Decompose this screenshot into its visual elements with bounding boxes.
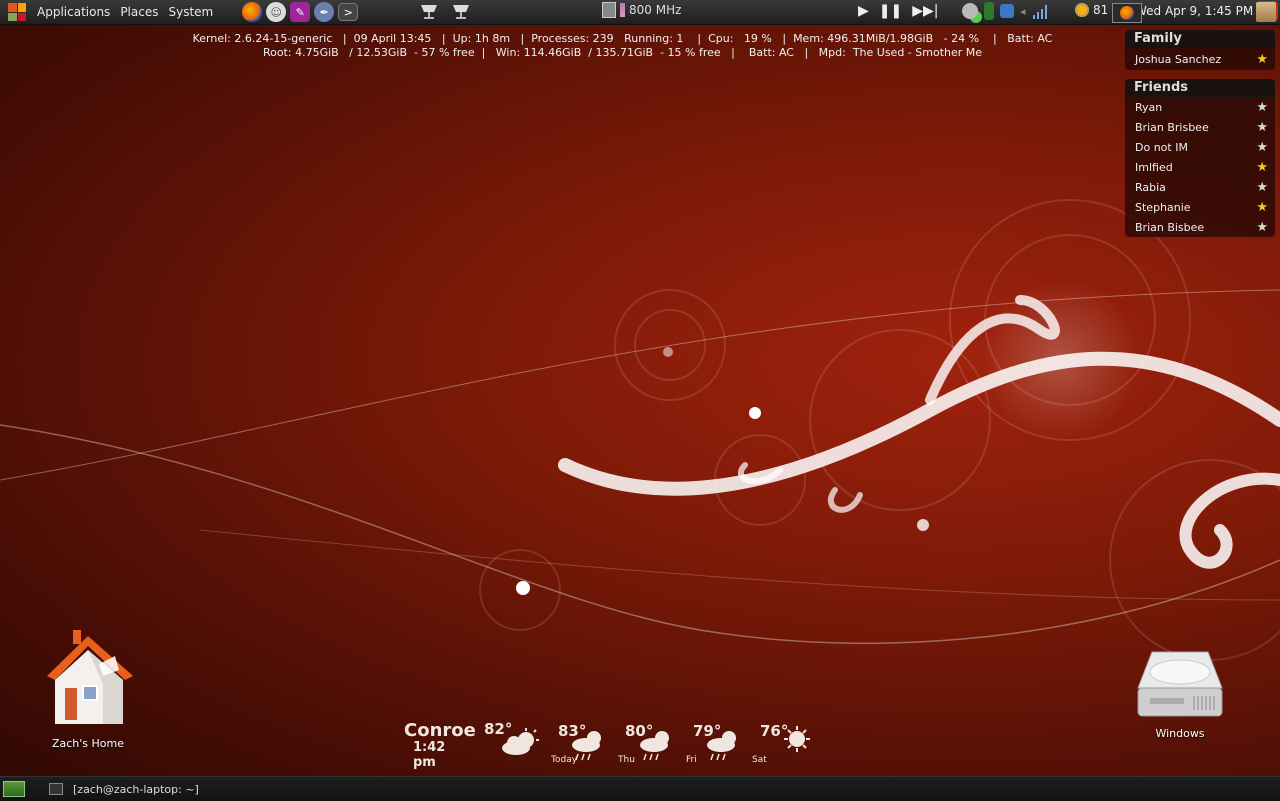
taskbar-firefox-button[interactable] — [1112, 3, 1142, 23]
partly-cloudy-icon — [1075, 3, 1089, 17]
buddy-item[interactable]: Brian Brisbee ★ — [1125, 117, 1275, 137]
pause-icon[interactable]: ❚❚ — [879, 3, 902, 19]
taskbar-terminal-button[interactable]: [zach@zach-laptop: ~] — [45, 783, 203, 796]
trash-icon[interactable] — [1256, 2, 1276, 22]
hard-drive-icon — [1137, 651, 1223, 717]
buddy-name: Rabia — [1135, 180, 1166, 194]
applications-menu[interactable]: Applications — [32, 5, 115, 19]
buddy-group-family: Family Joshua Sanchez ★ — [1125, 30, 1275, 70]
volume-icon[interactable]: ◂ — [1020, 5, 1026, 18]
buddy-item[interactable]: Stephanie ★ — [1125, 197, 1275, 217]
buddy-list-widget: Family Joshua Sanchez ★ Friends Ryan ★ Br… — [1125, 30, 1275, 246]
buddy-item[interactable]: Do not IM ★ — [1125, 137, 1275, 157]
windows-drive-desktop-icon[interactable]: Windows — [1120, 644, 1240, 740]
thunderstorm-icon — [640, 731, 669, 761]
chat-status-icon[interactable] — [962, 3, 978, 19]
cpu-frequency: 800 MHz — [629, 3, 682, 17]
wallpaper — [0, 199, 1280, 661]
star-icon: ★ — [1256, 119, 1268, 135]
star-icon: ★ — [1256, 219, 1268, 235]
network-icon[interactable] — [1000, 4, 1014, 18]
inkscape-launcher-icon[interactable]: ✒ — [314, 2, 335, 22]
places-menu[interactable]: Places — [115, 5, 163, 19]
buddy-item[interactable]: Rabia ★ — [1125, 177, 1275, 197]
firefox-launcher-icon[interactable] — [242, 2, 263, 22]
conky-line-1: Kernel: 2.6.24-15-generic | 09 April 13:… — [192, 32, 1053, 45]
cpu-chip-icon — [602, 2, 616, 18]
forecast-day: Fri — [686, 755, 697, 765]
cpu-frequency-monitor[interactable]: 800 MHz — [602, 2, 681, 18]
star-icon: ★ — [1256, 51, 1268, 67]
thunderstorm-icon — [707, 731, 736, 761]
star-icon: ★ — [1256, 139, 1268, 155]
media-controls: ▶ ❚❚ ▶▶| — [858, 3, 939, 19]
lamp-icon[interactable] — [418, 3, 440, 21]
forecast-day: Sat — [752, 755, 767, 765]
gimp-launcher-icon[interactable]: ✎ — [290, 2, 311, 22]
terminal-icon — [49, 783, 63, 795]
weather-city: Conroe — [404, 720, 476, 741]
terminal-launcher-icon[interactable]: > — [338, 3, 359, 21]
next-track-icon[interactable]: ▶▶| — [912, 3, 938, 19]
battery-icon[interactable] — [984, 2, 994, 20]
desktop-icon-label: Windows — [1155, 727, 1205, 740]
show-desktop-button[interactable] — [3, 781, 25, 797]
buddy-group-header[interactable]: Family — [1125, 30, 1275, 48]
pidgin-launcher-icon[interactable]: ☺ — [266, 2, 287, 22]
star-icon: ★ — [1256, 179, 1268, 195]
weather-time: 1:42 pm — [413, 740, 446, 770]
forecast-day: Thu — [618, 755, 635, 765]
star-icon: ★ — [1256, 159, 1268, 175]
ubuntu-menu-icon[interactable] — [8, 3, 26, 21]
forecast-day: Today — [551, 755, 578, 765]
bottom-panel: [zach@zach-laptop: ~] — [0, 776, 1280, 801]
lamp-icon[interactable] — [450, 3, 472, 21]
clock[interactable]: Wed Apr 9, 1:45 PM — [1135, 4, 1253, 18]
buddy-group-friends: Friends Ryan ★ Brian Brisbee ★ Do not IM ★ … — [1125, 79, 1275, 237]
buddy-item[interactable]: Joshua Sanchez ★ — [1125, 48, 1275, 70]
buddy-group-header[interactable]: Friends — [1125, 79, 1275, 97]
system-tray: ◂ — [962, 2, 1050, 20]
buddy-name: Brian Brisbee — [1135, 120, 1209, 134]
task-label: [zach@zach-laptop: ~] — [73, 782, 199, 796]
star-icon: ★ — [1256, 99, 1268, 115]
sunny-icon — [784, 726, 810, 752]
firefox-icon — [1120, 6, 1134, 20]
buddy-item[interactable]: Imlfied ★ — [1125, 157, 1275, 177]
star-icon: ★ — [1256, 199, 1268, 215]
signal-strength-icon[interactable] — [1032, 3, 1050, 19]
buddy-item[interactable]: Brian Bisbee ★ — [1125, 217, 1275, 237]
buddy-name: Imlfied — [1135, 160, 1173, 174]
partly-cloudy-icon — [502, 728, 539, 755]
buddy-name: Ryan — [1135, 100, 1163, 114]
conky-monitor: Kernel: 2.6.24-15-generic | 09 April 13:… — [0, 32, 1245, 60]
conky-line-2: Root: 4.75GiB / 12.53GiB - 57 % free | W… — [262, 46, 983, 59]
buddy-name: Do not IM — [1135, 140, 1188, 154]
buddy-name: Stephanie — [1135, 200, 1191, 214]
buddy-name: Brian Bisbee — [1135, 220, 1205, 234]
buddy-name: Joshua Sanchez — [1135, 52, 1222, 66]
cpu-bar — [620, 3, 625, 17]
house-icon — [47, 630, 133, 724]
buddy-item[interactable]: Ryan ★ — [1125, 97, 1275, 117]
desktop-icon-label: Zach's Home — [51, 737, 125, 750]
system-menu[interactable]: System — [163, 5, 218, 19]
home-folder-desktop-icon[interactable]: Zach's Home — [28, 624, 148, 750]
play-icon[interactable]: ▶ — [858, 3, 869, 19]
